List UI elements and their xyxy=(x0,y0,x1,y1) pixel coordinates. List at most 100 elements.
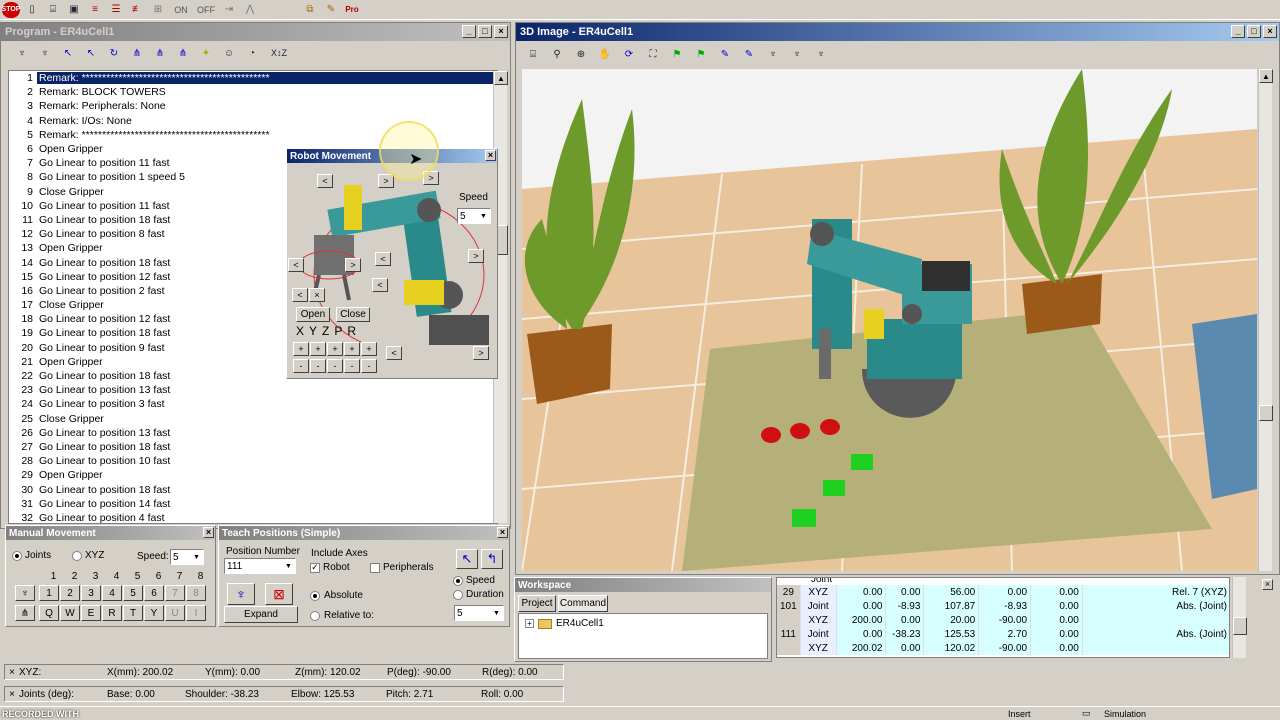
axis-minus-button[interactable]: - xyxy=(327,359,343,373)
axis-plus-key[interactable]: 3 xyxy=(81,585,101,601)
axis-plus-button[interactable]: + xyxy=(310,342,326,356)
teach-robot-button[interactable]: ♆ xyxy=(227,583,255,605)
program-line[interactable]: 31 Go Linear to position 14 fast xyxy=(9,497,497,511)
save-icon[interactable]: ▣ xyxy=(65,2,83,18)
speed-option[interactable]: Speed xyxy=(453,575,495,586)
off-button[interactable]: OFF xyxy=(195,5,217,15)
table-row[interactable]: 111 Joint 0.00 -38.23 125.53 2.70 0.00 Abs. (Jo… xyxy=(777,627,1229,641)
list-icon[interactable]: ≡ xyxy=(86,2,104,18)
speed-radio[interactable] xyxy=(453,575,463,586)
axis-minus-key[interactable]: W xyxy=(60,605,80,621)
base-button[interactable]: < xyxy=(372,278,388,292)
gripper-icon[interactable]: ⋔ xyxy=(15,605,35,621)
gripper-on-icon[interactable]: ⋔ xyxy=(174,45,192,61)
program-line[interactable]: 32 Go Linear to position 4 fast xyxy=(9,511,497,523)
close-icon[interactable]: × xyxy=(5,667,19,678)
robot-icon[interactable]: ♆ xyxy=(15,585,35,601)
fit-icon[interactable]: ⛶ xyxy=(644,46,662,62)
axis-minus-key[interactable]: I xyxy=(186,605,206,621)
axis-minus-key[interactable]: Q xyxy=(39,605,59,621)
on-button[interactable]: ON xyxy=(170,5,192,15)
absolute-radio[interactable] xyxy=(310,590,320,601)
program-line[interactable]: 28 Go Linear to position 10 fast xyxy=(9,454,497,468)
rotate-left-button[interactable]: < xyxy=(317,174,333,188)
robot-view-icon[interactable]: ♆ xyxy=(764,46,782,62)
peripherals-option[interactable]: Peripherals xyxy=(370,562,434,573)
gripper-icon[interactable]: ⋔ xyxy=(128,45,146,61)
axis-minus-key[interactable]: Y xyxy=(144,605,164,621)
robot-trace-icon[interactable]: ♆ xyxy=(812,46,830,62)
positions-table[interactable]: Joint 29 XYZ 0.00 0.00 56.00 0.00 0.00 Rel. 7 (… xyxy=(776,577,1230,658)
list-numbered-icon[interactable]: ☰ xyxy=(107,2,125,18)
draw-icon[interactable]: ✎ xyxy=(740,46,758,62)
table-row[interactable]: 101 Joint 0.00 -8.93 107.87 -8.93 0.00 Abs. (Jo… xyxy=(777,599,1229,613)
axis-plus-button[interactable]: + xyxy=(327,342,343,356)
minimize-button[interactable]: _ xyxy=(1231,25,1245,38)
stop-button[interactable]: STOP xyxy=(2,1,20,18)
image-scrollbar[interactable]: ▲ xyxy=(1258,69,1273,571)
scroll-thumb[interactable] xyxy=(1259,405,1273,421)
lamp-icon[interactable]: ✦ xyxy=(197,45,215,61)
axis-minus-key[interactable]: E xyxy=(81,605,101,621)
xyz-icon[interactable]: X↕Z xyxy=(266,45,292,61)
program-line[interactable]: 24 Go Linear to position 3 fast xyxy=(9,397,497,411)
relative-option[interactable]: Relative to: xyxy=(310,610,374,621)
robot-checkbox[interactable]: ✓ xyxy=(310,562,320,573)
roll-left-button[interactable]: < xyxy=(292,288,308,302)
axis-plus-key[interactable]: 2 xyxy=(60,585,80,601)
minimize-button[interactable]: _ xyxy=(462,25,476,38)
graph-icon[interactable]: ⋀ xyxy=(241,2,259,18)
program-line[interactable]: 23 Go Linear to position 13 fast xyxy=(9,383,497,397)
zoom-icon[interactable]: ⚲ xyxy=(548,46,566,62)
close-button[interactable]: × xyxy=(203,527,214,538)
roll-right-button[interactable]: × xyxy=(309,288,325,302)
axis-plus-key[interactable]: 5 xyxy=(123,585,143,601)
teach-speed-select[interactable]: 5 ▼ xyxy=(454,605,504,621)
robot-option[interactable]: ✓ Robot xyxy=(310,562,350,573)
robot-view-alt-icon[interactable]: ♆ xyxy=(788,46,806,62)
move-linear-button[interactable]: ↖ xyxy=(456,549,478,569)
delete-position-button[interactable]: ⊠ xyxy=(265,583,293,605)
peripherals-checkbox[interactable] xyxy=(370,562,380,573)
axis-minus-key[interactable]: U xyxy=(165,605,185,621)
tab-command[interactable]: Command xyxy=(558,595,608,612)
table-row[interactable]: 29 XYZ 0.00 0.00 56.00 0.00 0.00 Rel. 7 (XYZ) xyxy=(777,585,1229,599)
close-button[interactable]: × xyxy=(497,527,508,538)
axis-plus-key[interactable]: 4 xyxy=(102,585,122,601)
edit-icon[interactable]: ✎ xyxy=(322,2,340,18)
program-line[interactable]: 2 Remark: BLOCK TOWERS xyxy=(9,85,497,99)
scroll-thumb[interactable] xyxy=(1233,617,1247,635)
program-line[interactable]: 26 Go Linear to position 13 fast xyxy=(9,426,497,440)
program-line[interactable]: 3 Remark: Peripherals: None xyxy=(9,99,497,113)
close-icon[interactable]: × xyxy=(5,689,19,700)
circle-arrow-icon[interactable]: ↻ xyxy=(105,45,123,61)
arrow-icon[interactable]: ↖ xyxy=(82,45,100,61)
pitch-right-button[interactable]: > xyxy=(468,249,484,263)
copy-icon[interactable]: ⧉ xyxy=(301,2,319,18)
gripper-left-button[interactable]: < xyxy=(288,258,304,272)
measure-icon[interactable]: ✎ xyxy=(716,46,734,62)
close-button[interactable]: × xyxy=(485,150,496,161)
tab-project[interactable]: Project xyxy=(518,595,556,612)
positions-scrollbar[interactable] xyxy=(1232,577,1247,658)
axis-plus-key[interactable]: 8 xyxy=(186,585,206,601)
axis-minus-key[interactable]: T xyxy=(123,605,143,621)
joints-radio[interactable] xyxy=(12,550,22,561)
xyz-radio[interactable] xyxy=(72,550,82,561)
speed-select[interactable]: 5 ▼ xyxy=(457,208,491,224)
slide-left-button[interactable]: < xyxy=(386,346,402,360)
close-button[interactable]: × xyxy=(1262,579,1273,590)
axis-minus-button[interactable]: - xyxy=(344,359,360,373)
scroll-up-button[interactable]: ▲ xyxy=(1259,69,1273,83)
close-button[interactable]: × xyxy=(1263,25,1277,38)
axis-minus-key[interactable]: R xyxy=(102,605,122,621)
program-line[interactable]: 27 Go Linear to position 18 fast xyxy=(9,440,497,454)
axis-minus-button[interactable]: - xyxy=(310,359,326,373)
xyz-option[interactable]: XYZ xyxy=(72,550,104,561)
robot-icon[interactable]: ♆ xyxy=(36,45,54,61)
grid-icon[interactable]: ⊞ xyxy=(149,2,167,18)
3d-scene[interactable] xyxy=(522,69,1257,571)
program-line[interactable]: 30 Go Linear to position 18 fast xyxy=(9,482,497,496)
camera-icon[interactable]: ⚑ xyxy=(668,46,686,62)
close-gripper-button[interactable]: Close xyxy=(336,307,370,322)
